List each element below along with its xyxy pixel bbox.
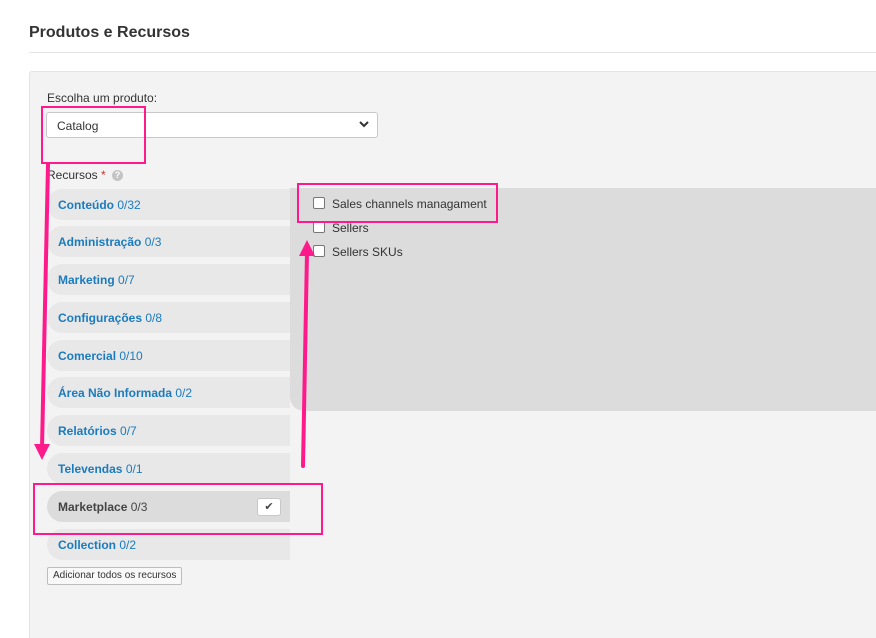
resource-item-count: 0/3 — [130, 500, 148, 514]
resource-item-televendas[interactable]: Televendas 0/1 — [47, 453, 290, 484]
question-circle-icon[interactable]: ? — [112, 170, 124, 182]
resource-item-count: 0/32 — [117, 198, 141, 212]
resource-item-collection[interactable]: Collection 0/2 — [47, 529, 290, 560]
resource-item-relatorios[interactable]: Relatórios 0/7 — [47, 415, 290, 446]
resource-item-count: 0/7 — [120, 424, 137, 438]
resource-item-administracao[interactable]: Administração 0/3 — [47, 226, 290, 257]
resource-item-count: 0/8 — [145, 311, 163, 325]
checkbox[interactable] — [313, 221, 325, 233]
resource-item-marketplace[interactable]: Marketplace 0/3 ✔ — [47, 491, 290, 522]
resource-item-count: 0/1 — [125, 462, 143, 476]
select-all-check-button[interactable]: ✔ — [257, 498, 281, 516]
resource-item-area-nao-informada[interactable]: Área Não Informada 0/2 — [47, 377, 290, 408]
title-divider — [29, 52, 876, 53]
product-select[interactable]: Catalog — [46, 112, 378, 138]
checkbox[interactable] — [313, 197, 325, 209]
resource-item-name: Área Não Informada — [58, 386, 173, 400]
resource-item-name: Marketing — [58, 273, 115, 287]
product-label: Escolha um produto: — [47, 91, 158, 105]
resource-item-count: 0/2 — [119, 538, 137, 552]
checkbox[interactable] — [313, 245, 325, 257]
resource-item-name: Marketplace — [58, 500, 128, 514]
resource-item-name: Collection — [58, 538, 117, 552]
resource-item-comercial[interactable]: Comercial 0/10 — [47, 340, 290, 371]
sub-resource-label: Sellers — [332, 221, 369, 235]
chevron-down-icon — [359, 121, 369, 128]
checkmark-icon: ✔ — [264, 501, 274, 513]
resource-item-count: 0/2 — [175, 386, 193, 400]
page-title: Produtos e Recursos — [29, 24, 190, 41]
required-mark: * — [101, 168, 106, 182]
resource-item-count: 0/7 — [118, 273, 135, 287]
resource-item-name: Configurações — [58, 311, 143, 325]
product-select-value: Catalog — [57, 119, 99, 133]
resources-label: Recursos * ? — [47, 168, 124, 182]
sub-resource-sales-channels[interactable]: Sales channels managament — [313, 197, 487, 211]
resource-item-count: 0/10 — [119, 349, 143, 363]
resource-item-count: 0/3 — [144, 235, 162, 249]
sub-resource-label: Sales channels managament — [332, 197, 487, 211]
resource-item-name: Relatórios — [58, 424, 117, 438]
sub-resources-panel — [290, 188, 876, 411]
resource-item-name: Conteúdo — [58, 198, 114, 212]
resource-item-conteudo[interactable]: Conteúdo 0/32 — [47, 189, 290, 220]
resources-label-text: Recursos — [47, 168, 98, 182]
resource-item-marketing[interactable]: Marketing 0/7 — [47, 264, 290, 295]
sub-resource-label: Sellers SKUs — [332, 245, 403, 259]
add-all-resources-button[interactable]: Adicionar todos os recursos — [47, 567, 183, 585]
resource-item-name: Televendas — [58, 462, 123, 476]
resource-item-name: Administração — [58, 235, 142, 249]
sub-resource-sellers-skus[interactable]: Sellers SKUs — [313, 245, 403, 259]
resource-item-configuracoes[interactable]: Configurações 0/8 — [47, 302, 290, 333]
resource-item-name: Comercial — [58, 349, 117, 363]
sub-resource-sellers[interactable]: Sellers — [313, 221, 369, 235]
